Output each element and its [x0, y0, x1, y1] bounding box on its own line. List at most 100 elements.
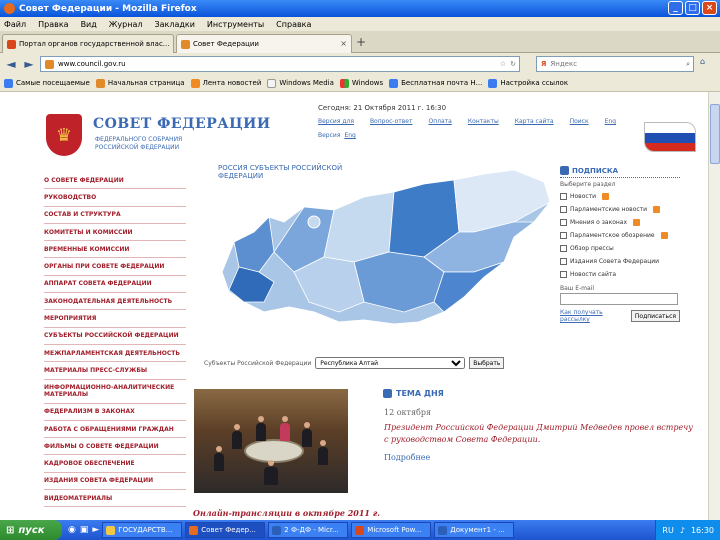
- subscription-help-link[interactable]: Как получать рассылку: [560, 309, 610, 323]
- menu-help[interactable]: Справка: [276, 20, 311, 29]
- taskbar-item[interactable]: Microsoft Pow...: [351, 522, 432, 538]
- bookmark-windows[interactable]: Windows: [339, 78, 383, 88]
- map-region[interactable]: [453, 169, 551, 233]
- checkbox[interactable]: [560, 232, 567, 239]
- bookmark-most-visited[interactable]: Самые посещаемые: [4, 78, 90, 88]
- top-link[interactable]: Eng: [344, 132, 355, 139]
- search-bar[interactable]: Я ⌕: [536, 56, 694, 72]
- checkbox[interactable]: [560, 271, 567, 278]
- menu-file[interactable]: Файл: [4, 20, 26, 29]
- quicklaunch-browser-icon[interactable]: ◉: [68, 525, 76, 535]
- left-menu-item[interactable]: О совете федерации: [44, 172, 186, 190]
- maximize-icon[interactable]: □: [685, 1, 700, 15]
- subscription-option[interactable]: Новости: [560, 190, 680, 203]
- subscription-option[interactable]: Парламентское обозрение: [560, 229, 680, 242]
- new-tab-icon[interactable]: +: [356, 35, 366, 49]
- top-link[interactable]: Eng: [605, 118, 616, 125]
- language-indicator[interactable]: RU: [662, 526, 673, 535]
- rss-icon[interactable]: [653, 206, 661, 213]
- address-bar[interactable]: ☆ ↻: [40, 56, 520, 72]
- left-menu-item[interactable]: Материалы пресс-службы: [44, 362, 186, 380]
- left-menu-item[interactable]: Состав и структура: [44, 207, 186, 224]
- left-menu-item[interactable]: Видеоматериалы: [44, 490, 186, 508]
- map-region[interactable]: [307, 215, 321, 229]
- meeting-photo[interactable]: [194, 389, 348, 493]
- left-menu-item[interactable]: Кадровое обеспечение: [44, 455, 186, 473]
- close-icon[interactable]: ×: [702, 1, 717, 15]
- tab-sovet[interactable]: Совет Федерации ×: [176, 34, 352, 53]
- quicklaunch-media-icon[interactable]: ►: [92, 525, 99, 535]
- checkbox[interactable]: [560, 193, 567, 200]
- left-menu-item[interactable]: Аппарат совета федерации: [44, 276, 186, 294]
- subscription-option[interactable]: Мнения о законах: [560, 216, 680, 229]
- top-link[interactable]: Оплата: [428, 118, 451, 125]
- taskbar-item[interactable]: ГОСУДАРСТВ...: [102, 522, 183, 538]
- rss-icon[interactable]: [602, 193, 610, 200]
- bookmark-star-icon[interactable]: ☆: [500, 60, 506, 68]
- taskbar-item[interactable]: Документ1 - ...: [434, 522, 515, 538]
- menu-bookmarks[interactable]: Закладки: [154, 20, 194, 29]
- url-input[interactable]: [58, 60, 438, 68]
- map-region[interactable]: [323, 191, 395, 263]
- left-menu-item[interactable]: Работа с обращениями граждан: [44, 421, 186, 439]
- top-link[interactable]: Поиск: [570, 118, 589, 125]
- rss-icon[interactable]: [633, 219, 641, 226]
- top-link[interactable]: Карта сайта: [515, 118, 554, 125]
- menu-edit[interactable]: Правка: [38, 20, 68, 29]
- speaker-icon[interactable]: ♪: [680, 526, 685, 535]
- taskbar-item-active[interactable]: Совет Федер...: [185, 522, 266, 538]
- left-menu-item[interactable]: Руководство: [44, 189, 186, 207]
- back-arrow-icon[interactable]: ◄: [4, 57, 18, 71]
- subscription-option[interactable]: Обзор прессы: [560, 242, 680, 255]
- left-menu-item[interactable]: Федерализм в законах: [44, 404, 186, 421]
- subscribe-button[interactable]: Подписаться: [630, 310, 680, 322]
- vertical-scrollbar[interactable]: [708, 92, 720, 520]
- photo-caption[interactable]: Онлайн-трансляции в октябре 2011 г.: [193, 508, 380, 518]
- search-input[interactable]: [550, 60, 669, 68]
- top-link[interactable]: Вопрос-ответ: [370, 118, 413, 125]
- scrollbar-thumb[interactable]: [710, 104, 720, 164]
- day-theme-text[interactable]: Президент Российской Федерации Дмитрий М…: [384, 422, 694, 446]
- left-menu-item[interactable]: Информационно-аналитические материалы: [44, 380, 186, 404]
- subscription-option[interactable]: Новости сайта: [560, 268, 680, 281]
- top-link[interactable]: Контакты: [468, 118, 499, 125]
- subscription-option[interactable]: Издания Совета Федерации: [560, 255, 680, 268]
- rss-icon[interactable]: [660, 232, 668, 239]
- checkbox[interactable]: [560, 245, 567, 252]
- russia-regions-map[interactable]: [214, 162, 554, 342]
- forward-arrow-icon[interactable]: ►: [22, 57, 36, 71]
- checkbox[interactable]: [560, 206, 567, 213]
- email-field[interactable]: [560, 293, 678, 305]
- start-button[interactable]: ⊞ пуск: [0, 520, 62, 540]
- left-menu-item[interactable]: Органы при совете федерации: [44, 258, 186, 276]
- left-menu-item[interactable]: Законодательная деятельность: [44, 293, 186, 311]
- top-link[interactable]: Версия для: [318, 118, 354, 125]
- bookmark-free-mail[interactable]: Бесплатная почта Н...: [389, 78, 482, 88]
- tab-portal[interactable]: Портал органов государственной влас...: [2, 34, 174, 53]
- home-icon[interactable]: ⌂: [700, 57, 705, 66]
- checkbox[interactable]: [560, 258, 567, 265]
- bookmark-news-feed[interactable]: Лента новостей: [190, 78, 261, 88]
- quicklaunch-desktop-icon[interactable]: ▣: [80, 525, 89, 535]
- menu-tools[interactable]: Инструменты: [207, 20, 264, 29]
- day-theme-more-link[interactable]: Подробнее: [384, 453, 430, 462]
- top-link[interactable]: Версия: [318, 132, 340, 139]
- search-icon[interactable]: ⌕: [686, 60, 693, 69]
- region-select[interactable]: Республика Алтай: [315, 357, 466, 369]
- bookmark-link-settings[interactable]: Настройка ссылок: [488, 78, 568, 88]
- left-menu-item[interactable]: Фильмы о совете федерации: [44, 438, 186, 456]
- left-menu-item[interactable]: Издания совета федерации: [44, 473, 186, 491]
- left-menu-item[interactable]: Субъекты российской федерации: [44, 328, 186, 345]
- minimize-icon[interactable]: _: [668, 1, 683, 15]
- left-menu-item[interactable]: Временные комиссии: [44, 241, 186, 259]
- bookmark-start-page[interactable]: Начальная страница: [95, 78, 185, 88]
- menu-view[interactable]: Вид: [81, 20, 97, 29]
- taskbar-item[interactable]: 2 Ф-ДФ - Micr...: [268, 522, 349, 538]
- left-menu-item[interactable]: Мероприятия: [44, 310, 186, 328]
- menu-history[interactable]: Журнал: [109, 20, 143, 29]
- left-menu-item[interactable]: Межпарламентская деятельность: [44, 345, 186, 363]
- tab-close-icon[interactable]: ×: [340, 39, 347, 48]
- checkbox[interactable]: [560, 219, 567, 226]
- reload-icon[interactable]: ↻: [510, 60, 519, 68]
- subscription-option[interactable]: Парламентские новости: [560, 203, 680, 216]
